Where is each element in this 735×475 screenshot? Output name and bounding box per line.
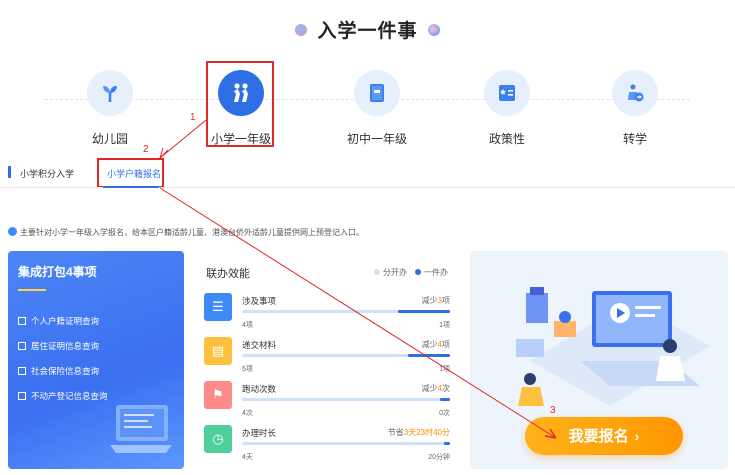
book-icon xyxy=(354,70,400,116)
info-icon xyxy=(8,227,17,236)
efficiency-row: ⚑ 跑动次数 减少4次 4次 0次 xyxy=(204,381,454,425)
separate-bar xyxy=(242,442,450,445)
file-icon: ▤ xyxy=(204,337,232,365)
tab-household-registration[interactable]: 小学户籍报名 xyxy=(107,167,161,180)
combined-bar xyxy=(444,442,450,445)
laptop-illustration xyxy=(110,405,172,453)
star-document-icon xyxy=(484,70,530,116)
tab-bar-marker xyxy=(8,166,11,178)
apply-button[interactable]: 我要报名 › xyxy=(525,417,683,455)
category-kindergarten[interactable]: 幼儿园 xyxy=(60,70,160,147)
decor-dot-icon xyxy=(295,23,308,36)
package-card: 集成打包4事项 个人户籍证明查询 居住证明信息查询 社会保险信息查询 不动产登记… xyxy=(8,251,184,469)
combined-bar xyxy=(398,310,450,313)
document-icon xyxy=(18,367,26,375)
package-item[interactable]: 居住证明信息查询 xyxy=(18,340,99,352)
package-card-title: 集成打包4事项 xyxy=(18,265,97,279)
combined-bar xyxy=(440,398,450,401)
category-nav: 幼儿园 小学一年级 初中一年级 政策性 转学 xyxy=(0,70,735,150)
tab-points-admission[interactable]: 小学积分入学 xyxy=(20,167,74,180)
transfer-icon xyxy=(612,70,658,116)
package-card-underline xyxy=(18,289,46,291)
efficiency-panel: 联办效能 分开办 一件办 ☰ 涉及事项 减少3项 4项 1项 ▤ 递交材料 减少4… xyxy=(196,257,458,469)
legend-combined-dot xyxy=(415,269,421,275)
sprout-icon xyxy=(87,70,133,116)
notice-text: 主要针对小学一年级入学报名，给本区户籍适龄儿童、港澳台侨外适龄儿童提供网上预登记… xyxy=(8,227,364,238)
annotation-number: 1 xyxy=(190,112,196,123)
category-junior-grade1[interactable]: 初中一年级 xyxy=(327,70,427,147)
list-icon: ☰ xyxy=(204,293,232,321)
building-icon xyxy=(18,342,26,350)
efficiency-legend: 分开办 一件办 xyxy=(366,267,448,278)
tab-bar: 小学积分入学 小学户籍报名 xyxy=(0,160,735,188)
efficiency-row: ▤ 递交材料 减少4项 5项 1项 xyxy=(204,337,454,381)
clock-icon: ◷ xyxy=(204,425,232,453)
tab-active-underline xyxy=(103,186,159,188)
efficiency-title: 联办效能 xyxy=(206,268,250,280)
package-item[interactable]: 个人户籍证明查询 xyxy=(18,315,99,327)
page-title: 入学一件事 xyxy=(0,16,735,43)
id-card-icon xyxy=(18,317,26,325)
house-icon xyxy=(18,392,26,400)
category-policy[interactable]: 政策性 xyxy=(457,70,557,147)
efficiency-row: ☰ 涉及事项 减少3项 4项 1项 xyxy=(204,293,454,337)
package-item[interactable]: 社会保险信息查询 xyxy=(18,365,99,377)
annotation-number: 3 xyxy=(550,405,556,416)
decor-dot-icon xyxy=(427,23,440,36)
separate-bar xyxy=(242,398,450,401)
students-icon xyxy=(218,70,264,116)
combined-bar xyxy=(408,354,450,357)
legend-separate-dot xyxy=(374,269,380,275)
annotation-number: 2 xyxy=(143,144,149,155)
efficiency-row: ◷ 办理时长 节省3天23时40分 4天 20分钟 xyxy=(204,425,454,469)
package-item[interactable]: 不动产登记信息查询 xyxy=(18,390,108,402)
chevron-right-icon: › xyxy=(634,428,640,444)
category-transfer[interactable]: 转学 xyxy=(585,70,685,147)
runner-icon: ⚑ xyxy=(204,381,232,409)
